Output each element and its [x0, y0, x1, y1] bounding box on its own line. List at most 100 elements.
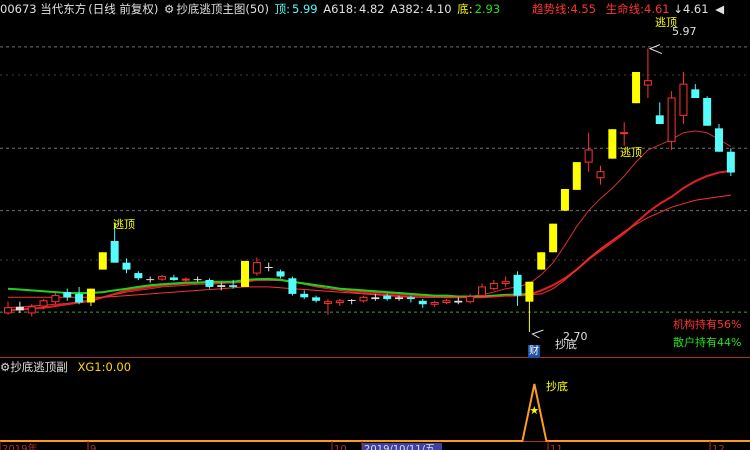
candle-body	[667, 97, 676, 142]
candle	[264, 262, 273, 272]
a382-label: A382:	[390, 2, 424, 16]
escape-top-label-1: 逃顶	[113, 218, 135, 231]
candle-body	[478, 286, 486, 297]
candle	[549, 223, 558, 253]
top-value: 5.99	[292, 2, 318, 16]
candle-body	[703, 98, 712, 126]
candle	[620, 122, 629, 146]
candle	[643, 48, 652, 98]
candle-body	[454, 300, 463, 303]
candle-body	[276, 271, 285, 277]
candle-body	[181, 278, 190, 281]
candle-body	[86, 288, 95, 303]
candle	[288, 276, 297, 296]
candle	[726, 148, 735, 176]
top-label: 顶:	[274, 2, 290, 16]
candle	[655, 102, 664, 124]
xg-signal-line	[0, 383, 750, 442]
candle-body	[608, 129, 617, 159]
candle	[335, 299, 344, 306]
candle-body	[15, 306, 24, 311]
a618-value: 4.82	[358, 2, 385, 16]
candle-body	[560, 189, 569, 211]
candle	[572, 162, 581, 190]
candle-body	[715, 128, 723, 152]
candle-body	[620, 132, 629, 135]
candle-body	[134, 273, 143, 279]
candle	[418, 299, 427, 308]
candle	[454, 297, 463, 305]
candle-body	[264, 267, 273, 268]
indicator-name[interactable]: 抄底逃顶主图(50)	[176, 2, 269, 16]
candle-body	[513, 274, 522, 296]
candle	[489, 280, 498, 291]
candle-body	[27, 306, 36, 314]
candle	[63, 288, 72, 301]
candle	[466, 293, 475, 304]
settings-icon[interactable]: ⚙	[164, 2, 174, 16]
scroll-arrow-icon[interactable]: ◀	[715, 2, 724, 16]
high-marker	[648, 44, 663, 55]
candle-body	[501, 281, 510, 284]
candle-body	[51, 295, 60, 303]
candle	[537, 252, 546, 270]
candle	[347, 299, 356, 305]
candle-body	[98, 252, 107, 270]
candle-body	[655, 115, 664, 124]
a618-label: A618:	[323, 2, 357, 16]
candle-body	[110, 241, 119, 263]
candle-body	[442, 300, 451, 304]
time-axis-label: 2019年	[2, 442, 37, 450]
escape-top-label-2: 逃顶	[620, 146, 642, 159]
candle	[4, 301, 12, 315]
candle-body	[371, 297, 380, 300]
sub-settings-icon[interactable]: ⚙	[0, 360, 10, 374]
star-icon: ★	[529, 404, 539, 417]
candle-body	[359, 296, 368, 302]
retail-hold-label: 散户持有44%	[673, 336, 742, 349]
candle-body	[158, 276, 167, 280]
buy-bottom-label: 抄底	[555, 338, 577, 351]
candle-body	[4, 307, 12, 314]
candle	[312, 295, 321, 303]
time-axis-label: 2019/10/11/五	[364, 444, 435, 450]
candle	[596, 165, 605, 185]
candle	[667, 91, 676, 150]
candle	[15, 301, 24, 313]
candle-body	[312, 297, 321, 301]
time-axis-label: 11	[550, 444, 563, 450]
candle-body	[347, 299, 356, 301]
candle	[158, 274, 167, 281]
candle-body	[726, 151, 735, 173]
candle-body	[146, 279, 155, 281]
candle	[146, 276, 155, 283]
arrow-value: 4.61	[682, 2, 709, 16]
xg1-value: 0.00	[105, 360, 132, 374]
candle-body	[75, 293, 84, 303]
stock-code-name[interactable]: 00673 当代东方	[0, 2, 86, 16]
high-price-label: 5.97	[672, 25, 697, 38]
candle	[442, 299, 451, 305]
financial-report-badge[interactable]: 财	[528, 345, 540, 358]
main-header: 00673 当代东方 (日线 前复权) ⚙ 抄底逃顶主图(50) 顶: 5.99 A6…	[0, 0, 502, 18]
candle-body	[193, 279, 202, 281]
candle	[51, 293, 60, 305]
life-label: 生命线:	[605, 2, 645, 16]
candle	[98, 252, 107, 270]
sub-header: ⚙抄底逃顶副 XG1:0.00	[0, 358, 131, 376]
time-axis-label: 12	[712, 444, 725, 450]
candle-body	[643, 80, 652, 86]
candle-body	[252, 262, 261, 274]
candle	[241, 260, 249, 287]
candle-body	[632, 72, 641, 104]
candle-body	[430, 302, 439, 305]
candle-body	[679, 83, 688, 116]
sub-indicator-name[interactable]: 抄底逃顶副	[10, 360, 68, 374]
candle-body	[549, 223, 558, 253]
candle-body	[217, 285, 226, 287]
candle-body	[241, 260, 249, 287]
sub-indicator-panel: ★	[0, 383, 750, 442]
candle	[86, 288, 95, 306]
candle-body	[205, 280, 214, 287]
time-axis: 2019年 9 10 2019/10/11/五 11 12	[0, 441, 725, 450]
